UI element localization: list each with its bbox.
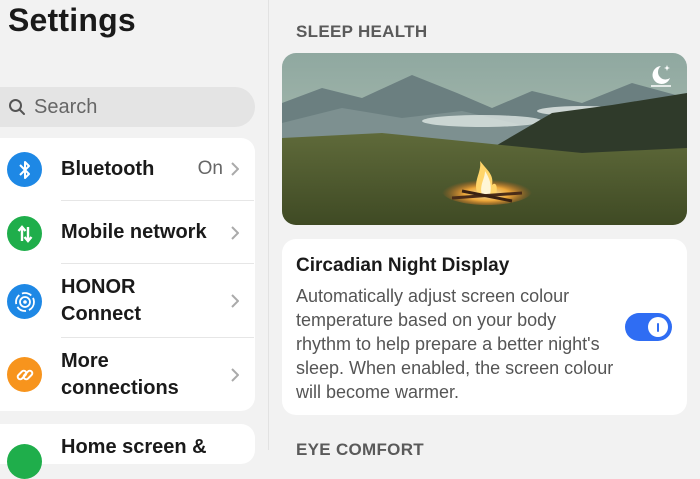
honor-connect-label-line1: HONOR — [61, 276, 136, 298]
settings-item-honor-connect[interactable]: HONOR Connect — [0, 274, 255, 328]
circadian-description: Automatically adjust screen colour tempe… — [296, 286, 614, 402]
sleep-health-header: SLEEP HEALTH — [296, 22, 428, 41]
campfire-banner-image — [282, 53, 687, 225]
settings-item-home-screen[interactable]: Home screen & — [0, 436, 255, 479]
chevron-right-icon — [231, 294, 239, 308]
chevron-right-icon — [231, 162, 239, 176]
search-placeholder: Search — [34, 95, 98, 118]
honor-connect-icon — [7, 284, 42, 319]
honor-connect-label-line2: Connect — [61, 303, 141, 325]
bluetooth-label: Bluetooth — [61, 158, 155, 180]
circadian-toggle[interactable] — [625, 313, 672, 341]
search-icon — [9, 99, 25, 115]
bluetooth-status: On — [197, 158, 223, 179]
settings-item-bluetooth[interactable]: Bluetooth On — [0, 152, 255, 187]
link-icon — [7, 357, 42, 392]
chevron-right-icon — [231, 226, 239, 240]
moon-star-icon — [651, 65, 671, 87]
home-screen-icon — [7, 444, 42, 479]
mobile-network-label: Mobile network — [61, 221, 207, 243]
toggle-knob — [648, 317, 668, 337]
bluetooth-icon — [7, 152, 42, 187]
settings-item-mobile-network[interactable]: Mobile network — [0, 216, 255, 251]
divider — [61, 263, 254, 264]
page-title: Settings — [8, 2, 136, 38]
circadian-title: Circadian Night Display — [296, 255, 510, 276]
more-connections-label-line2: connections — [61, 377, 179, 399]
mobile-data-icon — [7, 216, 42, 251]
settings-sidebar: Settings Search Bluetooth On Mobile netw… — [0, 0, 268, 479]
more-connections-label-line1: More — [61, 350, 109, 372]
chevron-right-icon — [231, 368, 239, 382]
divider — [61, 200, 254, 201]
search-input[interactable]: Search — [0, 87, 255, 127]
divider — [61, 337, 254, 338]
home-screen-label: Home screen & — [61, 436, 207, 458]
settings-item-more-connections[interactable]: More connections — [0, 348, 255, 402]
eye-comfort-header: EYE COMFORT — [296, 440, 424, 459]
pane-divider — [268, 0, 269, 450]
